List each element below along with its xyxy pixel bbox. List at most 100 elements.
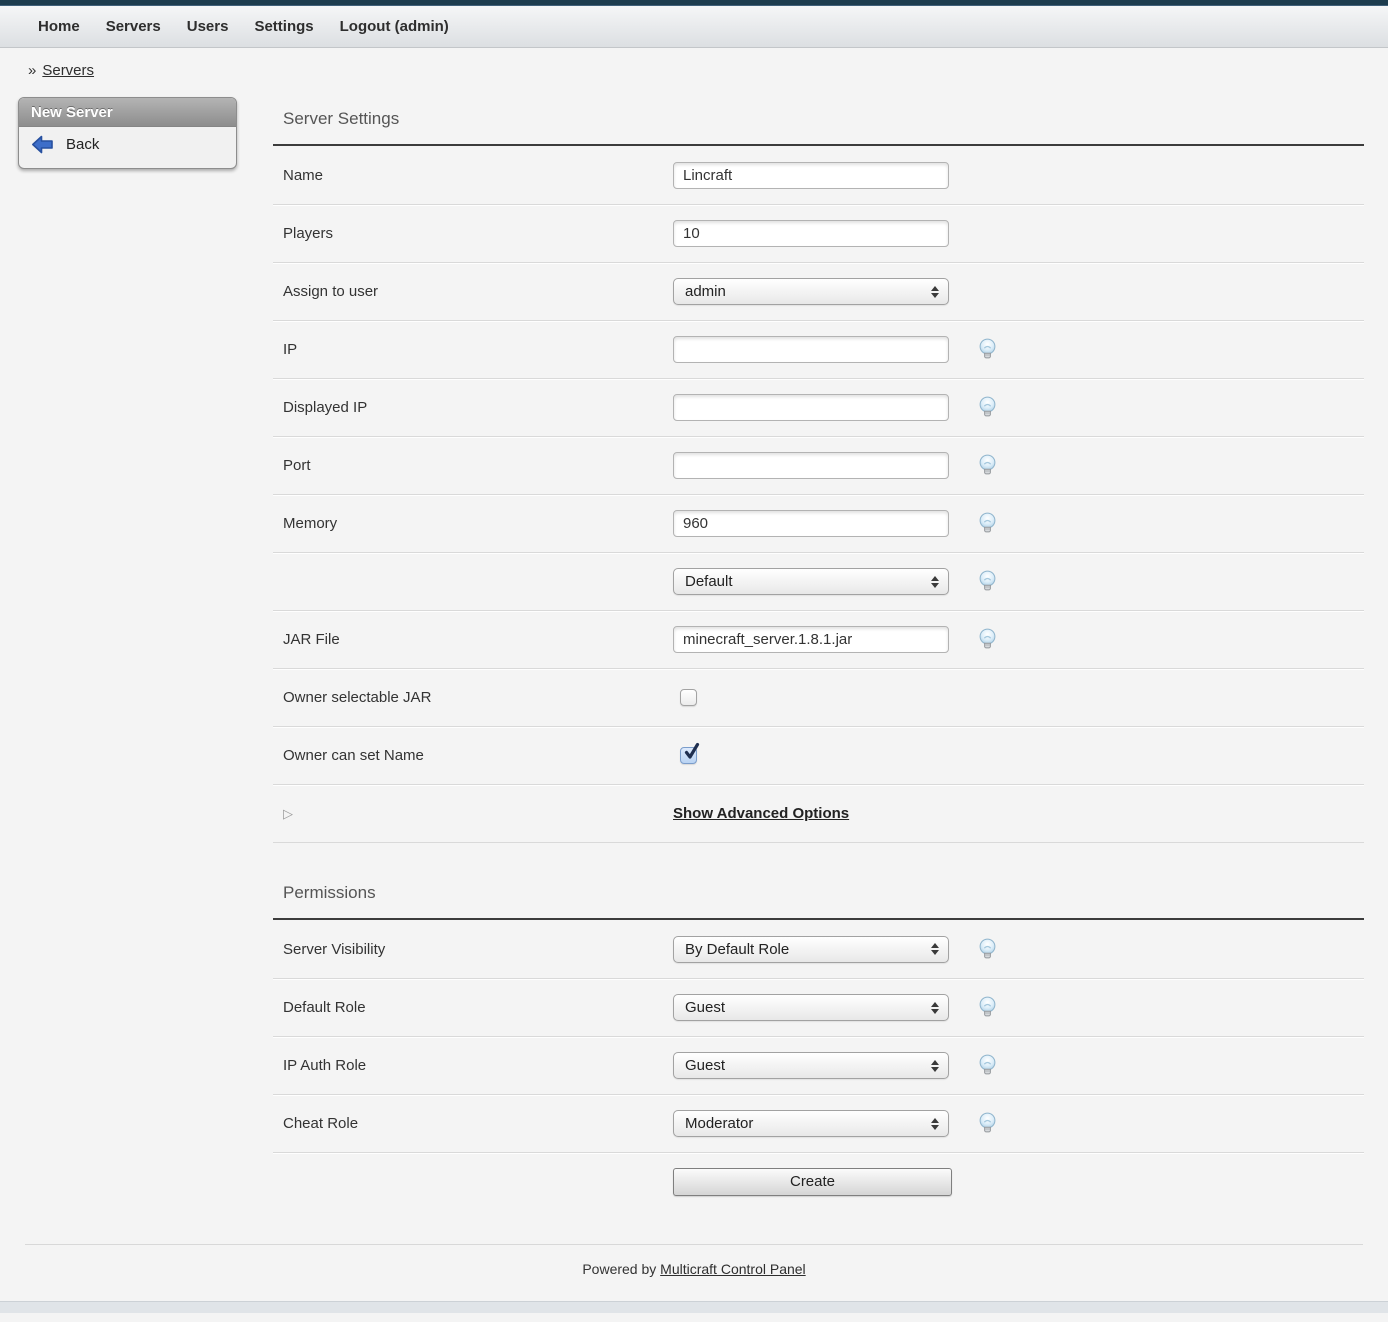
multicraft-link[interactable]: Multicraft Control Panel (660, 1261, 806, 1277)
create-button[interactable]: Create (673, 1168, 952, 1196)
form-row-owner-selectable-jar: Owner selectable JAR (273, 668, 1364, 726)
field-label-advanced-options: ▷ (273, 807, 673, 820)
name-input[interactable] (673, 162, 949, 189)
field-control-displayed-ip (673, 394, 952, 421)
show-advanced-options-link[interactable]: Show Advanced Options (673, 805, 849, 822)
field-label-text-assign-to-user: Assign to user (283, 283, 378, 300)
form-row-assign-to-user: Assign to user admin (273, 262, 1364, 320)
help-bulb-icon[interactable] (978, 938, 997, 961)
breadcrumb-link-servers[interactable]: Servers (42, 62, 94, 79)
arrow-up-icon (931, 286, 939, 291)
nav-item-home[interactable]: Home (38, 18, 80, 35)
form-row-cheat-role: Cheat Role Moderator (273, 1094, 1364, 1152)
help-bulb-icon[interactable] (978, 628, 997, 651)
displayed-ip-input[interactable] (673, 394, 949, 421)
default-select[interactable]: Default (673, 568, 949, 595)
help-bulb-icon[interactable] (978, 338, 997, 361)
nav-item-logout[interactable]: Logout (admin) (340, 18, 449, 35)
permissions-section: Permissions Server Visibility By Default … (273, 843, 1364, 1210)
help-bulb-icon[interactable] (978, 396, 997, 419)
default-role-select-value: Guest (685, 999, 725, 1016)
back-arrow-icon (31, 135, 54, 154)
field-label-default-role: Default Role (273, 999, 673, 1016)
arrow-down-icon (931, 1067, 939, 1072)
field-label-text-name: Name (283, 167, 323, 184)
help-bulb-icon[interactable] (978, 996, 997, 1019)
server-settings-form: Name Players Assign to user admin IP Displaye… (273, 144, 1364, 843)
field-control-owner-can-set-name (673, 747, 952, 764)
field-label-text-players: Players (283, 225, 333, 242)
help-bulb-icon[interactable] (978, 512, 997, 535)
main-nav: Home Servers Users Settings Logout (admi… (0, 6, 1388, 48)
section-heading-permissions: Permissions (273, 843, 1364, 918)
field-label-players: Players (273, 225, 673, 242)
server-visibility-select[interactable]: By Default Role (673, 936, 949, 963)
memory-input[interactable] (673, 510, 949, 537)
field-label-text-jar-file: JAR File (283, 631, 340, 648)
arrow-up-icon (931, 1118, 939, 1123)
permissions-form: Server Visibility By Default Role Default … (273, 918, 1364, 1210)
panel-title: New Server (19, 98, 236, 127)
help-bulb-icon[interactable] (978, 570, 997, 593)
field-label-owner-selectable-jar: Owner selectable JAR (273, 689, 673, 706)
nav-item-servers[interactable]: Servers (106, 18, 161, 35)
assign-to-user-select[interactable]: admin (673, 278, 949, 305)
form-row-ip: IP (273, 320, 1364, 378)
select-arrows-icon (931, 943, 939, 955)
nav-item-users[interactable]: Users (187, 18, 229, 35)
form-row-default: Default (273, 552, 1364, 610)
field-label-jar-file: JAR File (273, 631, 673, 648)
field-control-default-role: Guest (673, 994, 952, 1021)
nav-item-settings[interactable]: Settings (254, 18, 313, 35)
ip-auth-role-select-value: Guest (685, 1057, 725, 1074)
cheat-role-select[interactable]: Moderator (673, 1110, 949, 1137)
form-row-server-visibility: Server Visibility By Default Role (273, 920, 1364, 978)
new-server-panel: New Server Back (18, 97, 237, 169)
field-control-create: Create (673, 1168, 952, 1196)
cheat-role-select-value: Moderator (685, 1115, 753, 1132)
form-row-name: Name (273, 146, 1364, 204)
owner-can-set-name-checkbox[interactable] (680, 747, 697, 764)
form-row-owner-can-set-name: Owner can set Name (273, 726, 1364, 784)
owner-selectable-jar-checkbox[interactable] (680, 689, 697, 706)
field-control-advanced-options: Show Advanced Options (673, 805, 952, 822)
field-label-text-displayed-ip: Displayed IP (283, 399, 367, 416)
back-button[interactable]: Back (31, 135, 99, 154)
arrow-up-icon (931, 1002, 939, 1007)
field-label-ip-auth-role: IP Auth Role (273, 1057, 673, 1074)
select-arrows-icon (931, 1118, 939, 1130)
form-row-ip-auth-role: IP Auth Role Guest (273, 1036, 1364, 1094)
field-control-server-visibility: By Default Role (673, 936, 952, 963)
arrow-up-icon (931, 943, 939, 948)
back-button-label: Back (66, 136, 99, 153)
checkmark-icon (682, 742, 702, 763)
help-bulb-icon[interactable] (978, 454, 997, 477)
field-control-memory (673, 510, 952, 537)
form-row-create: Create (273, 1152, 1364, 1210)
help-bulb-icon[interactable] (978, 1112, 997, 1135)
port-input[interactable] (673, 452, 949, 479)
field-label-text-default-role: Default Role (283, 999, 366, 1016)
field-label-text-ip: IP (283, 341, 297, 358)
arrow-down-icon (931, 1125, 939, 1130)
select-arrows-icon (931, 576, 939, 588)
default-select-value: Default (685, 573, 733, 590)
field-control-assign-to-user: admin (673, 278, 952, 305)
default-role-select[interactable]: Guest (673, 994, 949, 1021)
server-visibility-select-value: By Default Role (685, 941, 789, 958)
bottom-accent-bar (0, 1301, 1388, 1313)
jar-file-input[interactable] (673, 626, 949, 653)
field-control-jar-file (673, 626, 952, 653)
field-label-text-server-visibility: Server Visibility (283, 941, 385, 958)
field-label-text-cheat-role: Cheat Role (283, 1115, 358, 1132)
breadcrumb-separator: » (28, 62, 36, 79)
arrow-down-icon (931, 1009, 939, 1014)
section-heading-server-settings: Server Settings (273, 95, 1364, 144)
powered-by-text: Powered by (582, 1261, 656, 1277)
ip-input[interactable] (673, 336, 949, 363)
players-input[interactable] (673, 220, 949, 247)
field-label-name: Name (273, 167, 673, 184)
ip-auth-role-select[interactable]: Guest (673, 1052, 949, 1079)
help-bulb-icon[interactable] (978, 1054, 997, 1077)
arrow-down-icon (931, 950, 939, 955)
